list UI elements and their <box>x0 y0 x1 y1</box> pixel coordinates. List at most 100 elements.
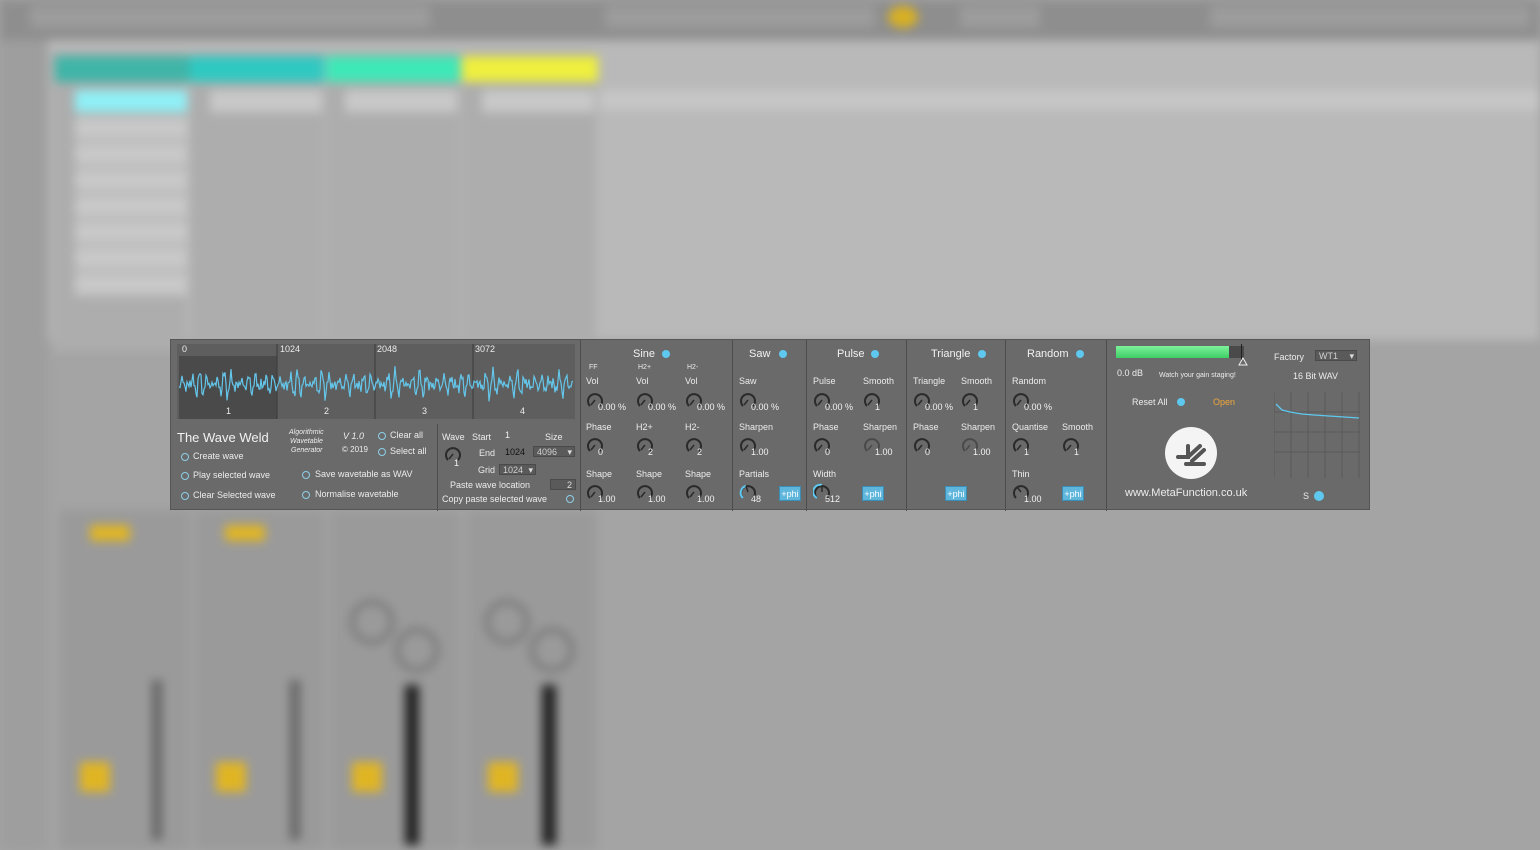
bg-knob <box>395 628 439 672</box>
wave-value: 1 <box>454 458 460 468</box>
start-label: Start <box>472 432 492 442</box>
smooth-label: Smooth <box>1062 422 1094 432</box>
pulse-sharpen-value: 1.00 <box>875 447 893 457</box>
sine-h2p-vol-value: 0.00 % <box>648 402 677 412</box>
normalise-wavetable-label: Normalise wavetable <box>315 489 399 499</box>
start-value[interactable]: 1 <box>505 430 510 440</box>
grid-dropdown[interactable]: 1024 <box>499 464 536 475</box>
end-value[interactable]: 1024 <box>505 447 525 457</box>
triangle-phase-value: 0 <box>925 447 931 457</box>
waveform-display[interactable]: 0 1024 2048 3072 1 2 3 4 <box>177 344 575 419</box>
triangle-enable-toggle[interactable] <box>978 350 986 358</box>
sine-h2m-value: 2 <box>697 447 703 457</box>
bg-fader <box>290 680 300 840</box>
copy-paste-label: Copy paste selected wave <box>442 494 548 504</box>
saw-partials-value: 48 <box>751 494 762 504</box>
bg-clip <box>345 90 457 114</box>
h2-plus-param-label: H2+ <box>636 422 653 432</box>
copy-paste-button[interactable] <box>566 495 574 503</box>
pulse-smooth-value: 1 <box>875 402 881 412</box>
random-thin-value: 1.00 <box>1024 494 1042 504</box>
random-smooth-value: 1 <box>1074 447 1080 457</box>
saw-title: Saw <box>749 348 771 360</box>
h2-plus-label: H2+ <box>638 364 652 371</box>
clear-selected-wave-button[interactable] <box>181 492 189 500</box>
wave-editor-section: 0 1024 2048 3072 1 2 3 4 The Wave Weld A… <box>171 340 581 511</box>
wave-select-panel: Wave 1 Start 1 Size 4096 End 1024 Grid 1… <box>438 424 581 511</box>
sine-title: Sine <box>633 348 656 360</box>
play-selected-wave-button[interactable] <box>181 472 189 480</box>
sine-h2p-value: 2 <box>648 447 654 457</box>
bg-clip <box>75 195 187 219</box>
s-label: S <box>1303 491 1310 501</box>
saw-enable-toggle[interactable] <box>779 350 787 358</box>
save-wavetable-button[interactable] <box>302 471 310 479</box>
bg-clip <box>75 221 187 245</box>
gain-meter[interactable] <box>1116 344 1244 360</box>
saw-section: Saw Saw 0.00 % Sharpen 1.00 Partials 48 … <box>733 340 807 511</box>
pulse-section: Pulse Pulse Smooth 0.00 % 1 Phase Sharpe… <box>807 340 907 511</box>
reset-all-button[interactable] <box>1177 398 1185 406</box>
paste-location-label: Paste wave location <box>450 480 531 490</box>
s-toggle[interactable] <box>1314 491 1324 501</box>
bg-mixer-3 <box>330 510 460 850</box>
bg-knob <box>530 628 574 672</box>
normalise-wavetable-button[interactable] <box>302 491 310 499</box>
clear-all-button[interactable] <box>378 432 386 440</box>
sharpen-label: Sharpen <box>863 422 898 432</box>
width-label: Width <box>813 469 837 479</box>
random-section: Random Random 0.00 % Quantise Smooth 1 1… <box>1006 340 1107 511</box>
triangle-phi-button[interactable]: +phi <box>945 486 967 501</box>
phase-label: Phase <box>813 422 839 432</box>
device-title: The Wave Weld <box>177 430 269 445</box>
website-link[interactable]: www.MetaFunction.co.uk <box>1125 487 1247 499</box>
create-wave-button[interactable] <box>181 453 189 461</box>
wave-segment-label: 2 <box>324 406 330 416</box>
bg-clip-playing <box>75 90 187 114</box>
open-button[interactable]: Open <box>1213 397 1235 407</box>
bg-meter <box>405 685 419 845</box>
bg-mixer-2 <box>195 510 325 850</box>
end-label: End <box>479 448 496 458</box>
bg-toolbar-center <box>605 6 875 28</box>
clear-selected-wave-label: Clear Selected wave <box>193 490 276 500</box>
sine-shape-value-3: 1.00 <box>697 494 715 504</box>
saw-phi-button[interactable]: +phi <box>779 486 801 501</box>
bg-button <box>90 525 130 541</box>
random-enable-toggle[interactable] <box>1076 350 1084 358</box>
bg-meter <box>542 685 556 845</box>
sine-phase-value: 0 <box>598 447 604 457</box>
play-selected-wave-label: Play selected wave <box>193 470 271 480</box>
bg-button <box>225 525 265 541</box>
size-label: Size <box>545 432 563 442</box>
pulse-enable-toggle[interactable] <box>871 350 879 358</box>
bg-toolbar-right <box>1210 6 1530 28</box>
random-phi-button[interactable]: +phi <box>1062 486 1084 501</box>
bg-left-strip <box>0 40 48 850</box>
size-dropdown[interactable]: 4096 <box>533 446 575 457</box>
h2-minus-label: H2- <box>687 364 699 371</box>
shape-label: Shape <box>685 469 712 479</box>
factory-dropdown[interactable]: WT1 <box>1315 350 1357 361</box>
waveform-trace <box>178 366 574 402</box>
pulse-width-value: 512 <box>825 494 841 504</box>
wave-knob[interactable] <box>444 445 462 463</box>
paste-location-input[interactable]: 2 <box>550 479 576 490</box>
bg-clip <box>210 90 322 114</box>
wave-weld-device: 0 1024 2048 3072 1 2 3 4 The Wave Weld A… <box>170 339 1370 511</box>
triangle-sharpen-value: 1.00 <box>973 447 991 457</box>
clear-all-label: Clear all <box>390 430 424 440</box>
ff-label: FF <box>589 364 598 371</box>
pulse-phase-value: 0 <box>825 447 831 457</box>
reset-all-label: Reset All <box>1132 397 1168 407</box>
bg-toolbar-mode <box>960 6 1040 28</box>
sine-enable-toggle[interactable] <box>662 350 670 358</box>
pulse-phi-button[interactable]: +phi <box>862 486 884 501</box>
wavetable-preview-graph <box>1274 392 1360 478</box>
bg-track-header-2 <box>190 56 324 82</box>
wave-segment-label: 4 <box>520 406 526 416</box>
vol-label: Vol <box>636 376 649 386</box>
select-all-button[interactable] <box>378 448 386 456</box>
random-title: Random <box>1027 348 1069 360</box>
bit-depth-label: 16 Bit WAV <box>1293 371 1339 381</box>
